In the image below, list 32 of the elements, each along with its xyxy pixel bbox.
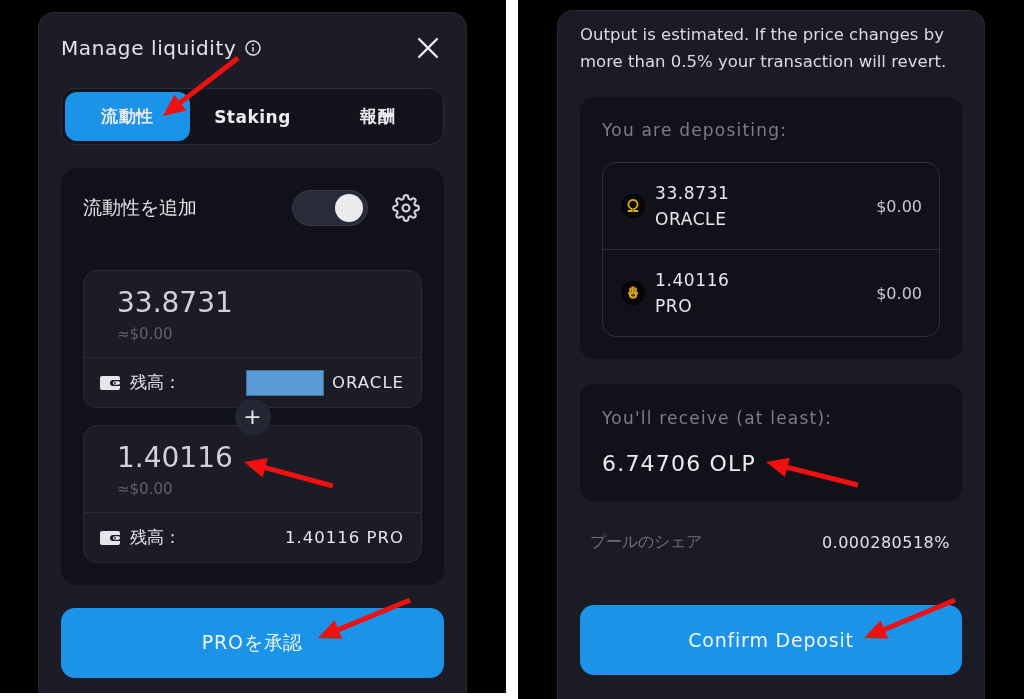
balance-value: ORACLE	[332, 373, 404, 392]
notice-text: Output is estimated. If the price changes by more than 0.5% your transaction will revert.	[580, 24, 948, 73]
tab[interactable]: 報酬	[315, 92, 440, 141]
card-label: You are depositing:	[602, 119, 788, 141]
tab[interactable]: Staking	[190, 92, 315, 141]
toggle-switch[interactable]	[292, 190, 368, 226]
receive-amount: 6.74706 OLP	[602, 450, 756, 478]
token-amount: 33.8731	[655, 182, 730, 205]
amount-input[interactable]: 1.40116	[117, 441, 404, 474]
close-icon[interactable]	[418, 38, 438, 58]
amount-input[interactable]: 33.8731	[117, 286, 404, 319]
section-title: 流動性を追加	[83, 195, 197, 220]
panel-title: Manage liquidity	[61, 36, 237, 60]
token-symbol: PRO	[655, 295, 693, 318]
token-amount: 1.40116	[655, 269, 730, 292]
token-usd-value: $0.00	[876, 283, 922, 303]
wallet-icon	[100, 375, 120, 390]
pool-share-label: プールのシェア	[590, 531, 702, 553]
token-usd-value: $0.00	[876, 196, 922, 216]
wallet-icon	[100, 530, 120, 545]
usd-estimate: ≈$0.00	[117, 480, 174, 498]
pool-share-value: 0.000280518%	[821, 532, 950, 552]
settings-icon[interactable]	[392, 194, 420, 222]
info-icon[interactable]	[245, 40, 262, 56]
balance-value: 1.40116 PRO	[285, 528, 404, 547]
balance-label: 残高：	[130, 526, 181, 549]
usd-estimate: ≈$0.00	[117, 325, 174, 343]
balance-label: 残高：	[130, 371, 181, 394]
omega-token-icon	[621, 194, 645, 218]
hand-token-icon	[621, 281, 645, 305]
token-symbol: ORACLE	[655, 208, 727, 231]
card-label: You'll receive (at least):	[602, 407, 833, 430]
